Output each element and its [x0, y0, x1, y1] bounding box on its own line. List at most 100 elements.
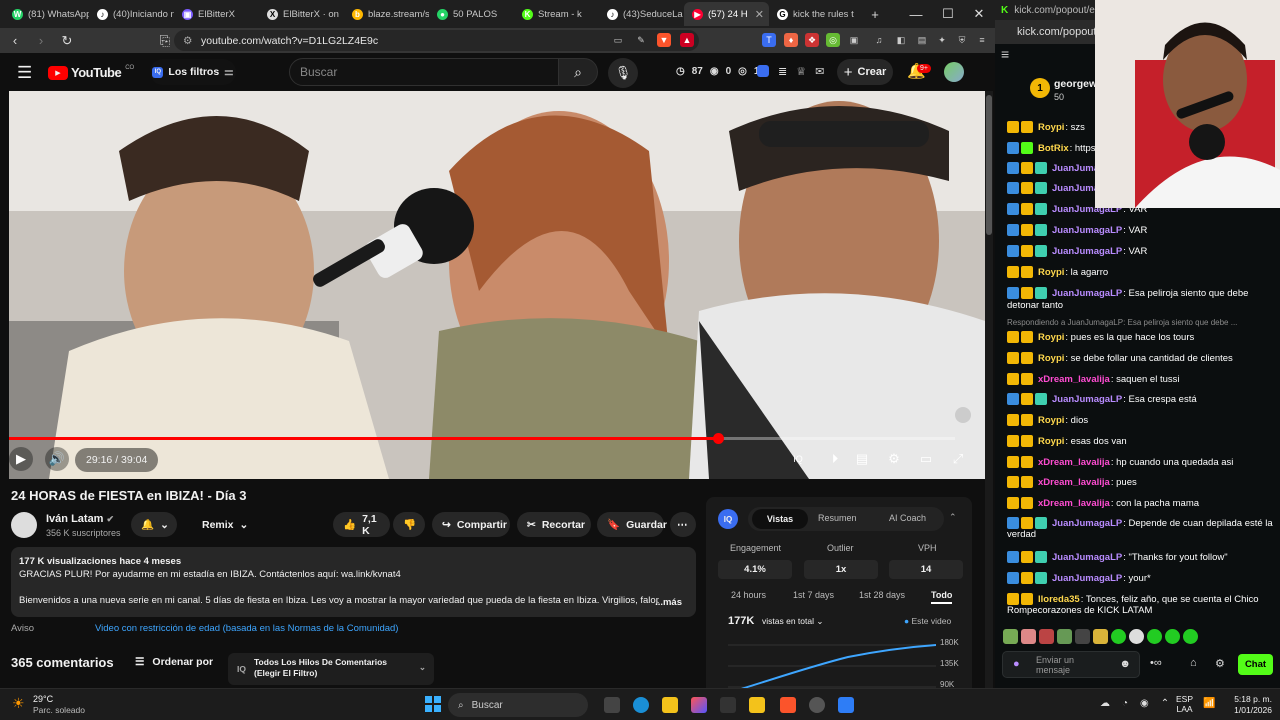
brave-rewards-icon[interactable]: ▲ [680, 33, 694, 47]
emote-icon[interactable] [1003, 629, 1018, 644]
trophy-icon[interactable]: ♕ [796, 65, 806, 78]
clock[interactable]: 5:18 p. m. 1/01/2026 [1228, 694, 1272, 716]
leo-icon[interactable]: ✦ [935, 33, 949, 47]
media-icon[interactable]: ♫ [872, 33, 886, 47]
views-mode-select[interactable]: vistas en total ⌄ [762, 616, 823, 627]
chat-username[interactable]: xDream_lavalija [1038, 477, 1110, 488]
tab-vistas[interactable]: Vistas [752, 509, 808, 529]
browser-tab[interactable]: X ElBitterX · on [259, 2, 344, 26]
hamburger-icon[interactable]: ☰ [17, 63, 32, 83]
close-tab-icon[interactable]: ✕ [755, 8, 764, 21]
progress-handle[interactable] [712, 433, 724, 444]
tab-resumen[interactable]: Resumen [818, 513, 857, 523]
chat-username[interactable]: JuanJuma [1052, 183, 1099, 194]
wifi-icon[interactable]: 📶 [1203, 698, 1215, 709]
tray-icon[interactable]: ☁ [1100, 698, 1110, 709]
theater-icon[interactable]: ▭ [915, 447, 937, 471]
play-icon[interactable]: ▶ [9, 447, 33, 471]
chat-username[interactable]: lloreda35 [1038, 594, 1080, 605]
emoji-icon[interactable]: ☻ [1119, 658, 1131, 670]
folder-icon[interactable] [749, 697, 765, 713]
chat-username[interactable]: xDream_lavalija [1038, 498, 1110, 509]
sidebar-icon[interactable]: ◧ [894, 33, 908, 47]
mic-icon[interactable]: ● [1013, 658, 1020, 670]
bookmark-icon[interactable]: ⎘ [154, 30, 176, 52]
chat-username[interactable]: Roypi [1038, 332, 1064, 343]
dislike-button[interactable]: 👎 [393, 512, 425, 537]
emote-icon[interactable] [1111, 629, 1126, 644]
mic-icon[interactable]: 🎙 [608, 58, 638, 88]
reload-icon[interactable]: ↻ [56, 30, 78, 52]
chat-username[interactable]: Roypi [1038, 122, 1064, 133]
search-input[interactable]: Buscar [289, 58, 559, 86]
chat-settings-icon[interactable]: ⚙ [1215, 657, 1225, 670]
chat-username[interactable]: Roypi [1038, 267, 1064, 278]
edit-icon[interactable]: ✎ [634, 33, 648, 47]
browser-tab[interactable]: b blaze.stream/s [344, 2, 429, 26]
more-icon[interactable]: ⋯ [670, 512, 696, 537]
windows-start-icon[interactable] [425, 696, 441, 712]
browser-tab[interactable]: ♪ (40)Iniciando n [89, 2, 174, 26]
chat-username[interactable]: Roypi [1038, 415, 1064, 426]
back-icon[interactable]: ‹ [4, 30, 26, 52]
share-button[interactable]: ↪ Compartir [432, 512, 510, 537]
emote-icon[interactable] [1165, 629, 1180, 644]
collapse-icon[interactable]: ⌃ [949, 512, 957, 523]
remix-button[interactable]: Remix ⌄ [186, 512, 258, 537]
clip-button[interactable]: ✂ Recortar [517, 512, 591, 537]
vidiq-player-icon[interactable]: IQ [789, 447, 807, 471]
ext-green-icon[interactable]: ◎ [826, 33, 840, 47]
browser-tab[interactable]: ♪ (43)SeduceLa [599, 2, 684, 26]
close-window-button[interactable]: ✕ [963, 0, 995, 28]
task-view-icon[interactable] [604, 697, 620, 713]
chat-username[interactable]: JuanJumagaLP [1052, 518, 1122, 529]
chat-username[interactable]: JuanJumagaLP [1052, 246, 1122, 257]
browser-tab[interactable]: W (81) WhatsApp [4, 2, 89, 26]
autoplay-icon[interactable]: ⏵ [825, 447, 845, 471]
filters-button[interactable]: IQ Los filtros ⚌ [150, 59, 236, 85]
create-button[interactable]: + Crear [837, 59, 893, 85]
pinned-user[interactable]: georgew [1054, 78, 1097, 90]
new-tab-button[interactable]: + [859, 0, 891, 28]
save-button[interactable]: 🔖 Guardar [597, 512, 667, 537]
progress-bar[interactable] [9, 433, 955, 444]
chat-username[interactable]: xDream_lavalija [1038, 374, 1110, 385]
emote-icon[interactable] [1183, 629, 1198, 644]
explorer-icon[interactable] [662, 697, 678, 713]
chat-username[interactable]: JuanJumagaLP [1052, 552, 1122, 563]
browser-tab[interactable]: Gkick the rules t [769, 2, 854, 26]
range-all[interactable]: Todo [931, 590, 953, 604]
browser-tab[interactable]: K Stream - k [514, 2, 599, 26]
wallet-icon[interactable]: ▤ [915, 33, 929, 47]
range-28d[interactable]: 1st 28 days [859, 590, 905, 600]
gift-icon[interactable]: ⌂ [1190, 657, 1197, 669]
chat-username[interactable]: xDream_lavalija [1038, 457, 1110, 468]
chat-username[interactable]: BotRix [1038, 143, 1069, 154]
app-icon[interactable] [720, 697, 736, 713]
channel-name[interactable]: Iván Latam ✔ [46, 513, 114, 525]
browser-tab[interactable]: ▣ ElBitterX [174, 2, 259, 26]
menu-icon[interactable]: ≡ [975, 33, 989, 47]
emote-icon[interactable] [1093, 629, 1108, 644]
chat-input[interactable]: ● Enviar un mensaje ☻ [1002, 651, 1140, 678]
infinity-icon[interactable]: •∞ [1150, 657, 1162, 669]
chat-username[interactable]: Roypi [1038, 436, 1064, 447]
description-box[interactable]: 177 K visualizaciones hace 4 meses GRACI… [11, 547, 696, 617]
youtube-logo[interactable]: ▶ YouTube CO [48, 65, 134, 80]
chat-username[interactable]: JuanJumagaLP [1052, 394, 1122, 405]
ext-box-icon[interactable]: ▣ [847, 33, 861, 47]
ext-fox-icon[interactable]: ♦ [784, 33, 798, 47]
video-player[interactable]: ▶ 🔊 29:16 / 39:04 IQ ⏵ ▤ ⚙ ▭ ⤢ [9, 91, 985, 479]
chat-username[interactable]: JuanJumagaLP [1052, 288, 1122, 299]
chat-bubble-icon[interactable]: ✉ [815, 65, 824, 78]
vpn-icon[interactable]: ⛨ [955, 33, 969, 47]
forward-icon[interactable]: › [30, 30, 52, 52]
maximize-button[interactable]: ☐ [932, 0, 964, 28]
avatar[interactable] [944, 62, 964, 82]
range-7d[interactable]: 1st 7 days [793, 590, 834, 600]
brave-icon[interactable] [780, 697, 796, 713]
channel-avatar[interactable] [11, 512, 37, 538]
emote-icon[interactable] [1075, 629, 1090, 644]
sort-button[interactable]: ☰ Ordenar por [135, 656, 213, 668]
settings-icon[interactable]: ⚙ [884, 447, 904, 471]
